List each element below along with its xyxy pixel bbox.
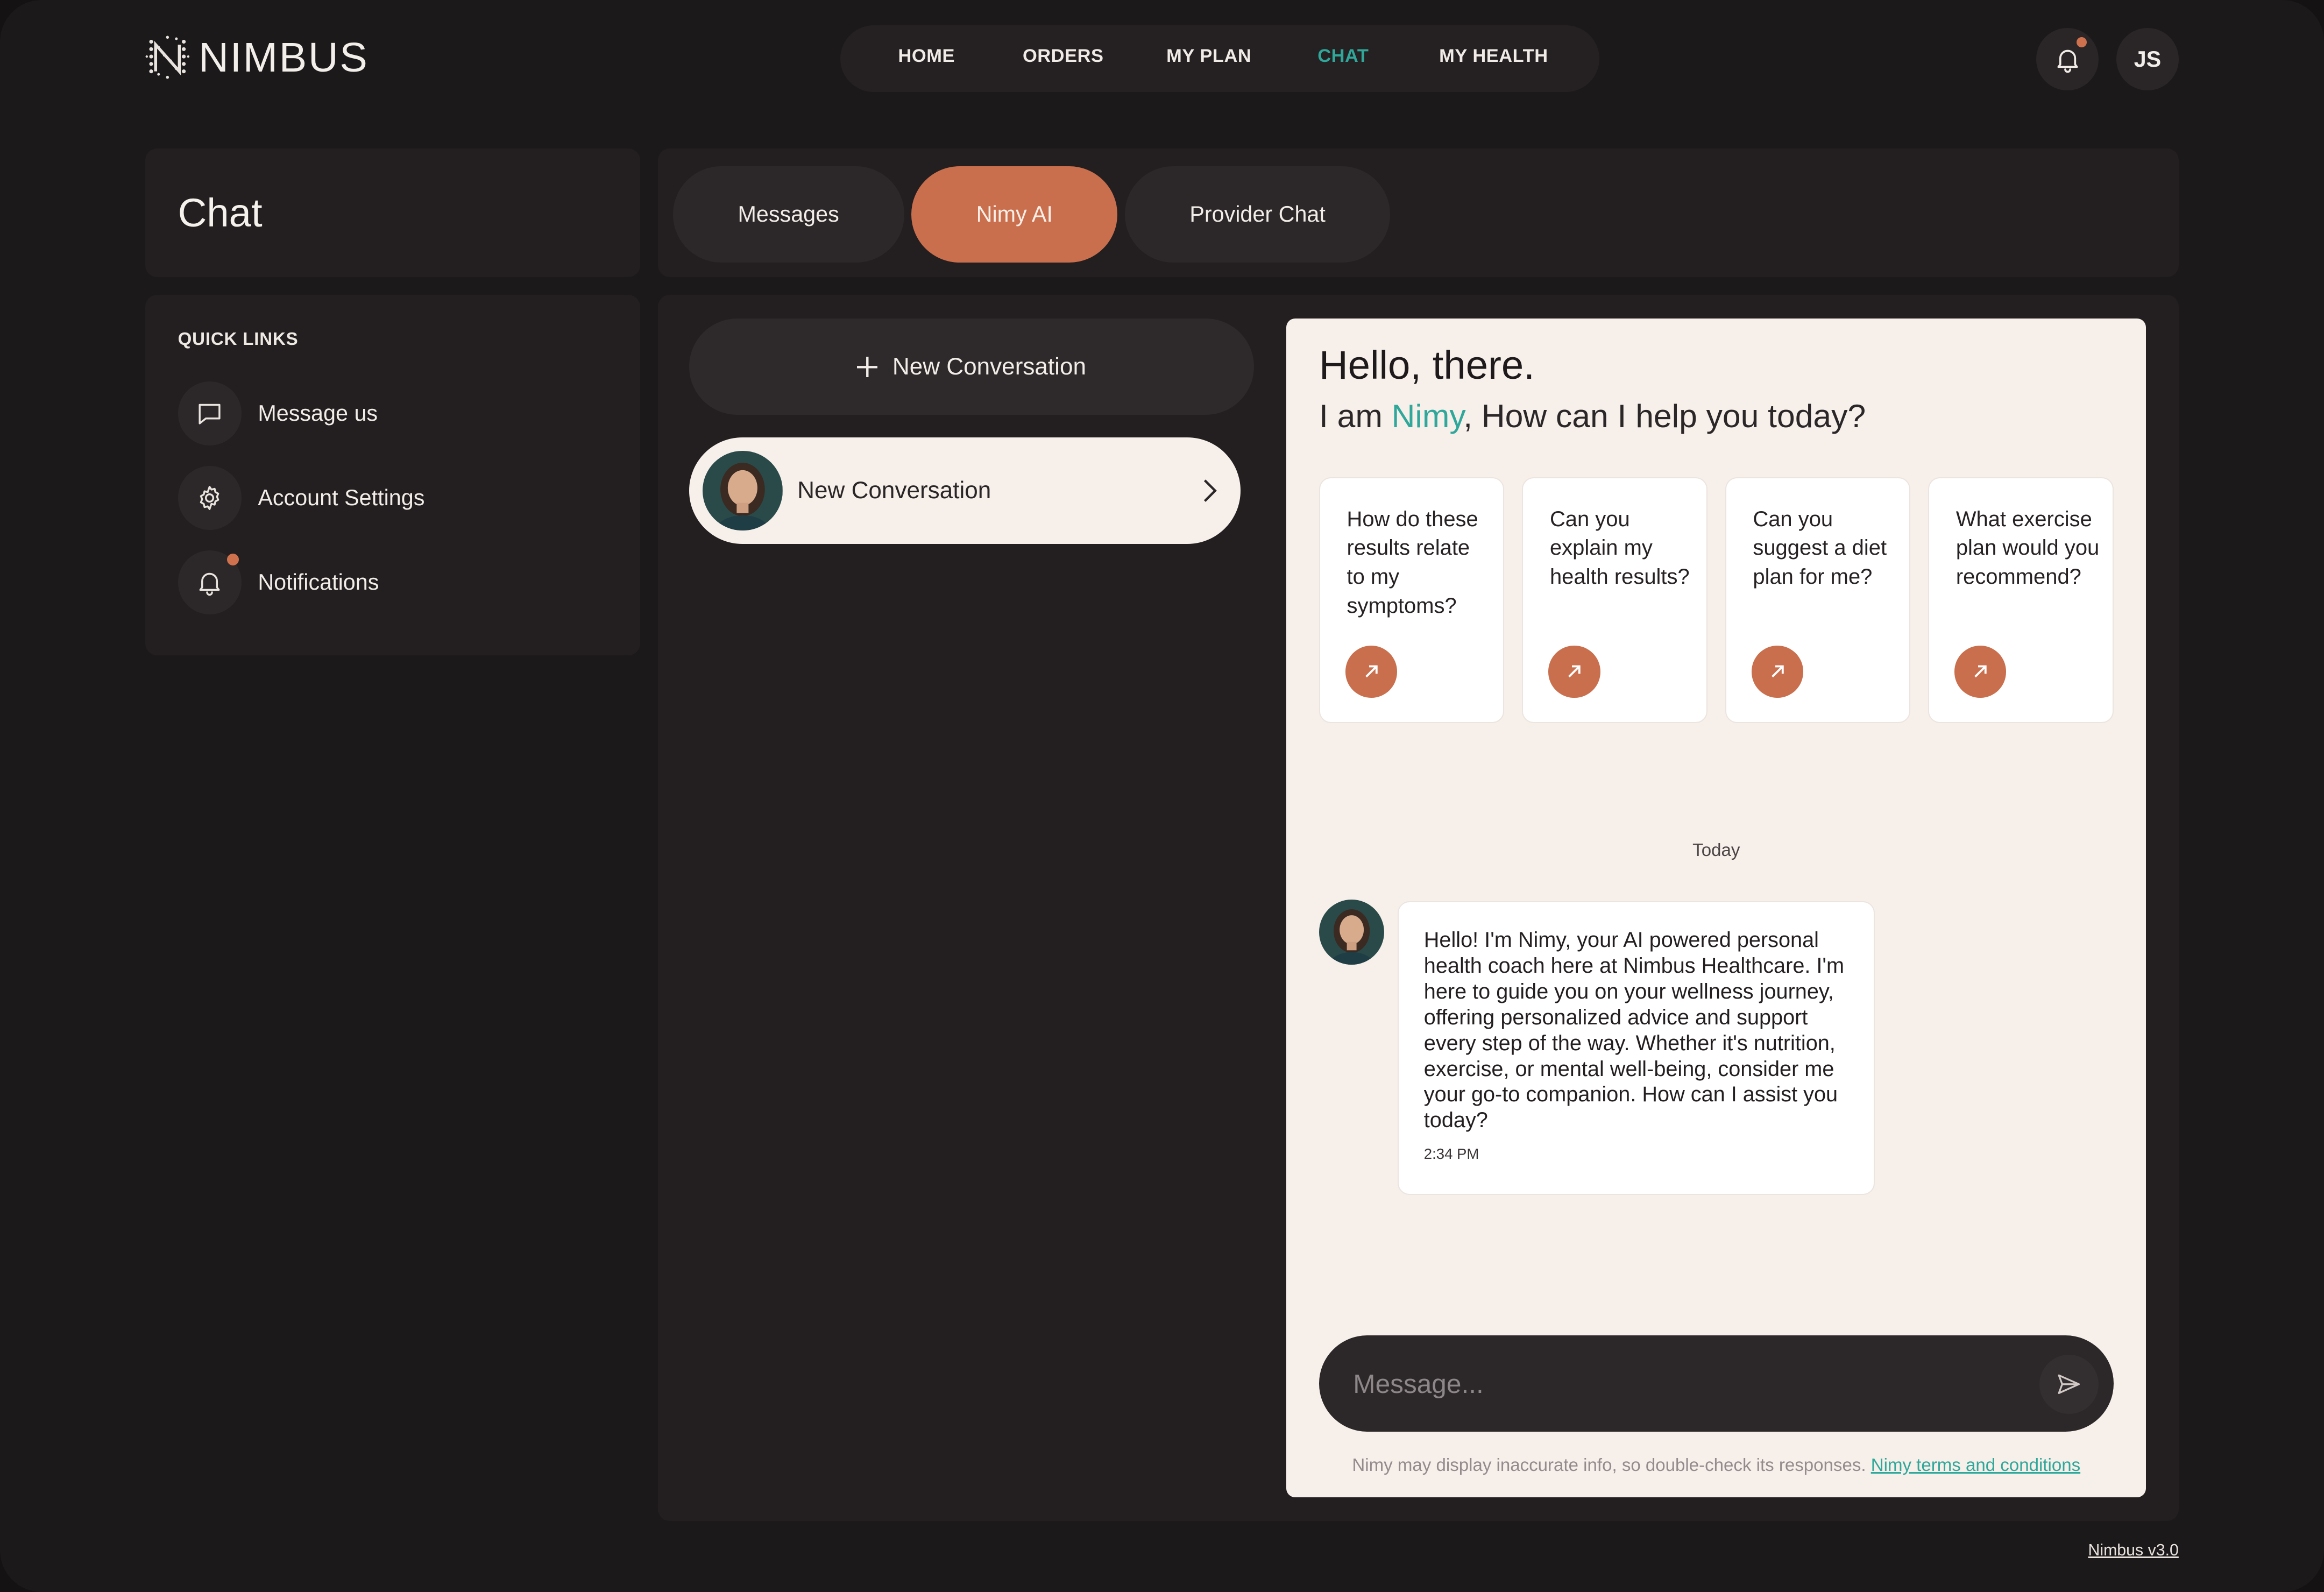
conversation-list-item[interactable]: New Conversation <box>689 437 1241 544</box>
suggestion-card[interactable]: What exercise plan would you recommend? <box>1928 477 2114 724</box>
nimbus-logo-icon <box>145 36 190 79</box>
gear-icon <box>178 466 242 530</box>
subtitle-suffix: , How can I help you today? <box>1463 398 1866 435</box>
nav-orders[interactable]: ORDERS <box>1023 46 1104 67</box>
conversation-title: New Conversation <box>797 477 991 504</box>
tab-nimy-ai[interactable]: Nimy AI <box>911 166 1118 263</box>
user-initials: JS <box>2134 46 2162 72</box>
notification-badge <box>226 553 239 565</box>
chat-subtitle: I am Nimy, How can I help you today? <box>1319 397 1866 435</box>
nimy-avatar <box>702 450 783 531</box>
nav-my-health[interactable]: MY HEALTH <box>1439 46 1548 67</box>
chat-main-panel: New Conversation New Conversation Hello,… <box>658 295 2179 1521</box>
chat-window: Hello, there. I am Nimy, How can I help … <box>1286 319 2146 1497</box>
main-nav: HOME ORDERS MY PLAN CHAT MY HEALTH <box>840 25 1599 92</box>
new-conversation-label: New Conversation <box>892 353 1086 380</box>
page-title: Chat <box>178 190 263 235</box>
terms-link[interactable]: Nimy terms and conditions <box>1871 1455 2080 1475</box>
notification-badge <box>2076 37 2087 48</box>
quick-link-label: Notifications <box>258 570 379 595</box>
chevron-right-icon <box>1204 479 1217 502</box>
disclaimer-text: Nimy may display inaccurate info, so dou… <box>1352 1455 1866 1476</box>
suggestion-text: Can you explain my health results? <box>1549 507 1690 589</box>
plus-icon <box>856 356 878 378</box>
tab-messages[interactable]: Messages <box>672 166 904 263</box>
assistant-name: Nimy <box>1391 398 1464 435</box>
date-divider: Today <box>1692 840 1740 861</box>
message-icon <box>178 381 242 445</box>
chat-tabs-panel: Messages Nimy AI Provider Chat <box>658 148 2179 278</box>
ai-disclaimer: Nimy may display inaccurate info, so dou… <box>1286 1455 2146 1476</box>
nav-chat[interactable]: CHAT <box>1317 46 1369 67</box>
message-timestamp: 2:34 PM <box>1423 1145 1479 1163</box>
send-button[interactable] <box>2039 1355 2099 1414</box>
tab-provider-chat[interactable]: Provider Chat <box>1125 166 1391 263</box>
message-input[interactable] <box>1350 1367 2008 1401</box>
message-composer <box>1319 1335 2114 1432</box>
notifications-button[interactable] <box>2036 28 2099 91</box>
suggestion-card[interactable]: Can you suggest a diet plan for me? <box>1725 477 1911 724</box>
brand-name: NIMBUS <box>199 34 369 81</box>
send-icon <box>2058 1374 2080 1395</box>
brand-logo[interactable]: NIMBUS <box>145 33 369 83</box>
new-conversation-button[interactable]: New Conversation <box>689 319 1254 415</box>
message-text: Hello! I'm Nimy, your AI powered persona… <box>1423 928 1845 1133</box>
suggestion-card[interactable]: How do these results relate to my sympto… <box>1319 477 1505 724</box>
quick-link-account-settings[interactable]: Account Settings <box>178 465 425 530</box>
quick-links-panel: QUICK LINKS Message us Account Settings <box>145 295 641 655</box>
bell-icon <box>178 550 242 614</box>
quick-link-notifications[interactable]: Notifications <box>178 550 379 615</box>
quick-link-label: Message us <box>258 401 378 426</box>
suggestion-text: Can you suggest a diet plan for me? <box>1753 507 1887 589</box>
quick-link-message-us[interactable]: Message us <box>178 381 378 446</box>
suggestion-text: How do these results relate to my sympto… <box>1347 507 1478 618</box>
version-link[interactable]: Nimbus v3.0 <box>2088 1541 2178 1560</box>
quick-link-label: Account Settings <box>258 485 425 511</box>
nav-my-plan[interactable]: MY PLAN <box>1166 46 1251 67</box>
nimy-avatar <box>1319 900 1385 965</box>
user-avatar-button[interactable]: JS <box>2116 28 2179 91</box>
arrow-up-right-icon <box>1345 646 1398 698</box>
quick-links-heading: QUICK LINKS <box>178 329 299 349</box>
assistant-message: Hello! I'm Nimy, your AI powered persona… <box>1397 901 1875 1195</box>
arrow-up-right-icon <box>1751 646 1804 698</box>
bell-icon <box>2057 49 2078 73</box>
suggestion-card[interactable]: Can you explain my health results? <box>1522 477 1707 724</box>
arrow-up-right-icon <box>1954 646 2007 698</box>
page-title-panel: Chat <box>145 148 641 278</box>
nav-home[interactable]: HOME <box>898 46 955 67</box>
subtitle-prefix: I am <box>1319 398 1392 435</box>
app-window: NIMBUS HOME ORDERS MY PLAN CHAT MY HEALT… <box>0 0 2324 1592</box>
chat-greeting: Hello, there. <box>1319 343 1535 388</box>
suggestion-text: What exercise plan would you recommend? <box>1955 507 2100 589</box>
arrow-up-right-icon <box>1548 646 1600 698</box>
